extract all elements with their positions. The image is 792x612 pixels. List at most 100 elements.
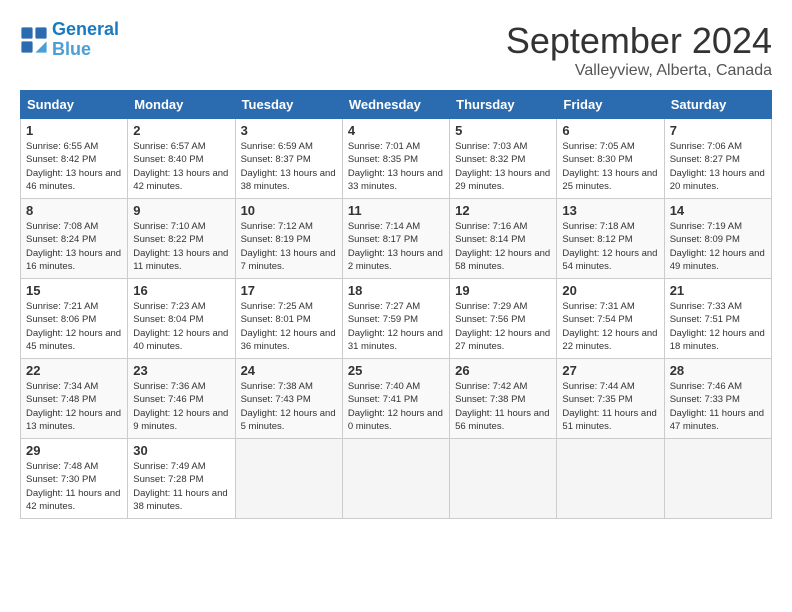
calendar-cell: 6Sunrise: 7:05 AMSunset: 8:30 PMDaylight… (557, 119, 664, 199)
calendar-cell: 10Sunrise: 7:12 AMSunset: 8:19 PMDayligh… (235, 199, 342, 279)
day-number: 15 (26, 283, 122, 298)
day-info: Sunrise: 7:48 AMSunset: 7:30 PMDaylight:… (26, 460, 122, 513)
logo-icon (20, 26, 48, 54)
calendar-cell: 12 Sunrise: 7:16 AMSunset: 8:14 PMDayligh… (450, 199, 557, 279)
day-info: Sunrise: 7:21 AMSunset: 8:06 PMDaylight:… (26, 300, 122, 353)
day-info: Sunrise: 7:42 AMSunset: 7:38 PMDaylight:… (455, 380, 551, 433)
header-thursday: Thursday (450, 91, 557, 119)
calendar-cell: 8Sunrise: 7:08 AMSunset: 8:24 PMDaylight… (21, 199, 128, 279)
day-number: 27 (562, 363, 658, 378)
day-number: 24 (241, 363, 337, 378)
calendar-week-4: 22 Sunrise: 7:34 AMSunset: 7:48 PMDayligh… (21, 359, 772, 439)
day-number: 12 (455, 203, 551, 218)
calendar-cell: 29 Sunrise: 7:48 AMSunset: 7:30 PMDayligh… (21, 439, 128, 519)
calendar-cell (235, 439, 342, 519)
day-number: 26 (455, 363, 551, 378)
day-number: 1 (26, 123, 122, 138)
calendar-table: SundayMondayTuesdayWednesdayThursdayFrid… (20, 90, 772, 519)
calendar-cell (450, 439, 557, 519)
calendar-cell: 27 Sunrise: 7:44 AMSunset: 7:35 PMDayligh… (557, 359, 664, 439)
day-info: Sunrise: 7:06 AMSunset: 8:27 PMDaylight:… (670, 140, 766, 193)
day-number: 22 (26, 363, 122, 378)
day-number: 19 (455, 283, 551, 298)
header-wednesday: Wednesday (342, 91, 449, 119)
day-info: Sunrise: 7:12 AMSunset: 8:19 PMDaylight:… (241, 220, 337, 273)
calendar-cell: 25 Sunrise: 7:40 AMSunset: 7:41 PMDayligh… (342, 359, 449, 439)
day-number: 9 (133, 203, 229, 218)
calendar-cell (664, 439, 771, 519)
calendar-cell: 15 Sunrise: 7:21 AMSunset: 8:06 PMDayligh… (21, 279, 128, 359)
calendar-cell: 23Sunrise: 7:36 AMSunset: 7:46 PMDayligh… (128, 359, 235, 439)
day-number: 7 (670, 123, 766, 138)
calendar-cell: 5Sunrise: 7:03 AMSunset: 8:32 PMDaylight… (450, 119, 557, 199)
day-number: 3 (241, 123, 337, 138)
day-info: Sunrise: 7:33 AMSunset: 7:51 PMDaylight:… (670, 300, 766, 353)
day-number: 11 (348, 203, 444, 218)
calendar-cell: 19Sunrise: 7:29 AMSunset: 7:56 PMDayligh… (450, 279, 557, 359)
day-info: Sunrise: 7:01 AMSunset: 8:35 PMDaylight:… (348, 140, 444, 193)
calendar-cell: 1 Sunrise: 6:55 AMSunset: 8:42 PMDaylight… (21, 119, 128, 199)
calendar-cell: 22 Sunrise: 7:34 AMSunset: 7:48 PMDayligh… (21, 359, 128, 439)
day-info: Sunrise: 7:49 AMSunset: 7:28 PMDaylight:… (133, 460, 229, 513)
calendar-cell: 14Sunrise: 7:19 AMSunset: 8:09 PMDayligh… (664, 199, 771, 279)
header-sunday: Sunday (21, 91, 128, 119)
day-number: 21 (670, 283, 766, 298)
calendar-cell: 24 Sunrise: 7:38 AMSunset: 7:43 PMDayligh… (235, 359, 342, 439)
day-info: Sunrise: 7:27 AMSunset: 7:59 PMDaylight:… (348, 300, 444, 353)
day-number: 20 (562, 283, 658, 298)
day-number: 13 (562, 203, 658, 218)
day-number: 8 (26, 203, 122, 218)
calendar-cell: 2Sunrise: 6:57 AMSunset: 8:40 PMDaylight… (128, 119, 235, 199)
logo-line1: General (52, 19, 119, 39)
calendar-week-2: 8Sunrise: 7:08 AMSunset: 8:24 PMDaylight… (21, 199, 772, 279)
calendar-cell: 16 Sunrise: 7:23 AMSunset: 8:04 PMDayligh… (128, 279, 235, 359)
month-title: September 2024 (506, 20, 772, 62)
header-tuesday: Tuesday (235, 91, 342, 119)
logo-line2: Blue (52, 39, 91, 59)
day-number: 29 (26, 443, 122, 458)
day-info: Sunrise: 6:55 AMSunset: 8:42 PMDaylight:… (26, 140, 122, 193)
calendar-cell: 20 Sunrise: 7:31 AMSunset: 7:54 PMDayligh… (557, 279, 664, 359)
day-info: Sunrise: 7:40 AMSunset: 7:41 PMDaylight:… (348, 380, 444, 433)
day-info: Sunrise: 7:16 AMSunset: 8:14 PMDaylight:… (455, 220, 551, 273)
day-info: Sunrise: 7:36 AMSunset: 7:46 PMDaylight:… (133, 380, 229, 433)
day-info: Sunrise: 7:38 AMSunset: 7:43 PMDaylight:… (241, 380, 337, 433)
day-info: Sunrise: 7:18 AMSunset: 8:12 PMDaylight:… (562, 220, 658, 273)
day-info: Sunrise: 7:10 AMSunset: 8:22 PMDaylight:… (133, 220, 229, 273)
location-title: Valleyview, Alberta, Canada (506, 62, 772, 80)
calendar-cell: 9 Sunrise: 7:10 AMSunset: 8:22 PMDaylight… (128, 199, 235, 279)
day-number: 25 (348, 363, 444, 378)
day-info: Sunrise: 7:23 AMSunset: 8:04 PMDaylight:… (133, 300, 229, 353)
logo: General Blue (20, 20, 119, 60)
calendar-cell: 28 Sunrise: 7:46 AMSunset: 7:33 PMDayligh… (664, 359, 771, 439)
day-info: Sunrise: 6:57 AMSunset: 8:40 PMDaylight:… (133, 140, 229, 193)
day-number: 30 (133, 443, 229, 458)
calendar-cell: 21 Sunrise: 7:33 AMSunset: 7:51 PMDayligh… (664, 279, 771, 359)
calendar-header-row: SundayMondayTuesdayWednesdayThursdayFrid… (21, 91, 772, 119)
day-number: 18 (348, 283, 444, 298)
calendar-cell (557, 439, 664, 519)
calendar-cell: 7 Sunrise: 7:06 AMSunset: 8:27 PMDaylight… (664, 119, 771, 199)
calendar-cell: 30 Sunrise: 7:49 AMSunset: 7:28 PMDayligh… (128, 439, 235, 519)
day-info: Sunrise: 6:59 AMSunset: 8:37 PMDaylight:… (241, 140, 337, 193)
calendar-cell: 11 Sunrise: 7:14 AMSunset: 8:17 PMDayligh… (342, 199, 449, 279)
header-monday: Monday (128, 91, 235, 119)
day-info: Sunrise: 7:46 AMSunset: 7:33 PMDaylight:… (670, 380, 766, 433)
calendar-cell (342, 439, 449, 519)
title-area: September 2024 Valleyview, Alberta, Cana… (506, 20, 772, 80)
logo-text: General Blue (52, 20, 119, 60)
day-number: 4 (348, 123, 444, 138)
day-info: Sunrise: 7:34 AMSunset: 7:48 PMDaylight:… (26, 380, 122, 433)
calendar-week-1: 1 Sunrise: 6:55 AMSunset: 8:42 PMDaylight… (21, 119, 772, 199)
calendar-cell: 13 Sunrise: 7:18 AMSunset: 8:12 PMDayligh… (557, 199, 664, 279)
day-info: Sunrise: 7:31 AMSunset: 7:54 PMDaylight:… (562, 300, 658, 353)
calendar-week-5: 29 Sunrise: 7:48 AMSunset: 7:30 PMDayligh… (21, 439, 772, 519)
header-friday: Friday (557, 91, 664, 119)
calendar-cell: 4 Sunrise: 7:01 AMSunset: 8:35 PMDaylight… (342, 119, 449, 199)
page-header: General Blue September 2024 Valleyview, … (20, 20, 772, 80)
day-info: Sunrise: 7:14 AMSunset: 8:17 PMDaylight:… (348, 220, 444, 273)
day-number: 16 (133, 283, 229, 298)
day-number: 14 (670, 203, 766, 218)
day-info: Sunrise: 7:44 AMSunset: 7:35 PMDaylight:… (562, 380, 658, 433)
day-number: 28 (670, 363, 766, 378)
